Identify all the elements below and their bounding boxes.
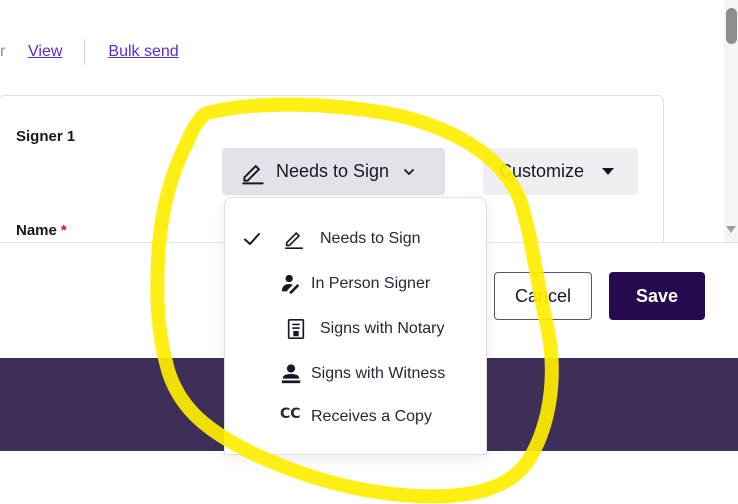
menu-item-receives-a-copy[interactable]: CC Receives a Copy: [225, 397, 486, 437]
menu-item-label: In Person Signer: [311, 275, 431, 292]
menu-item-label: Receives a Copy: [311, 408, 432, 425]
save-button[interactable]: Save: [609, 272, 705, 320]
customize-button[interactable]: Customize: [483, 148, 638, 195]
menu-item-needs-to-sign[interactable]: Needs to Sign: [225, 219, 486, 259]
menu-item-label: Signs with Notary: [320, 320, 445, 337]
caret-down-icon: [602, 168, 615, 175]
menu-item-label: Signs with Witness: [311, 365, 446, 382]
menu-item-in-person-signer[interactable]: In Person Signer: [225, 264, 486, 304]
signer-title: Signer 1: [16, 128, 76, 145]
scroll-down-arrow-icon[interactable]: [726, 226, 736, 233]
menu-item-signs-with-notary[interactable]: Signs with Notary: [225, 309, 486, 349]
customize-label: Customize: [499, 161, 585, 181]
checkmark-icon: [244, 233, 260, 245]
witness-person-icon: [281, 364, 301, 384]
notary-document-icon: [287, 319, 305, 339]
pen-icon: [284, 232, 304, 249]
in-person-signer-icon: [281, 274, 300, 295]
pen-icon: [242, 164, 264, 184]
bulk-send-link[interactable]: Bulk send: [108, 43, 178, 61]
cc-icon: CC: [280, 406, 301, 422]
scrollbar-thumb[interactable]: [726, 8, 737, 44]
role-dropdown-menu: Needs to Sign In Person Signer Signs wit…: [224, 197, 487, 455]
view-link[interactable]: View: [28, 43, 62, 61]
recipient-role-dropdown-button[interactable]: Needs to Sign: [222, 148, 445, 195]
link-divider: [84, 39, 86, 65]
menu-item-label: Needs to Sign: [320, 230, 421, 247]
required-asterisk: *: [60, 222, 67, 239]
truncated-link-fragment: r: [0, 43, 6, 60]
cancel-button[interactable]: Cancel: [494, 272, 592, 320]
menu-item-signs-with-witness[interactable]: Signs with Witness: [225, 354, 486, 394]
name-label-text: Name: [16, 222, 57, 239]
chevron-down-icon: [404, 168, 414, 175]
role-button-label: Needs to Sign: [276, 161, 390, 181]
name-label: Name *: [16, 222, 67, 239]
top-links-row: r View Bulk send: [0, 39, 179, 65]
